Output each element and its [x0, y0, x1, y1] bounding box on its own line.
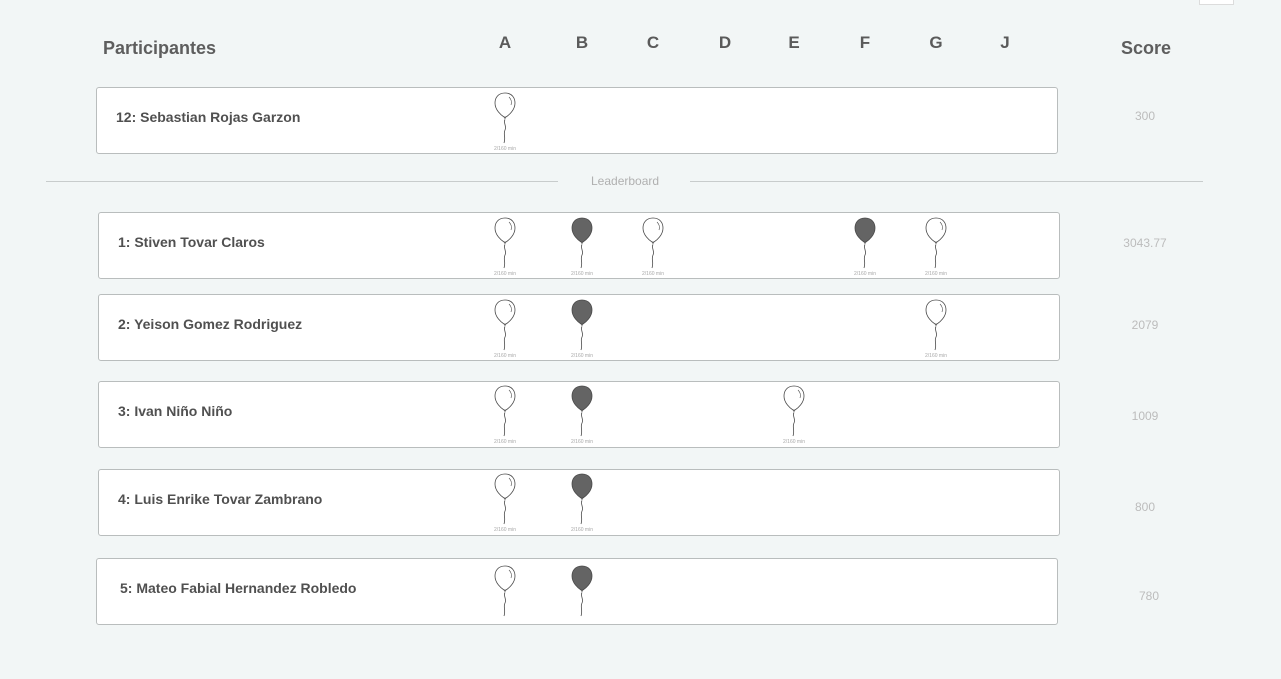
problem-header-c: C	[646, 33, 660, 52]
balloon-icon-a	[494, 385, 516, 437]
balloon-icon-b	[571, 299, 593, 351]
participant-score: 2079	[1131, 318, 1159, 332]
participant-label: 5: Mateo Fabial Hernandez Robledo	[120, 580, 357, 596]
balloon-icon-g	[925, 299, 947, 351]
balloon-icon-a	[494, 217, 516, 269]
participant-label: 3: Ivan Niño Niño	[118, 403, 233, 419]
balloon-icon-a	[494, 299, 516, 351]
balloon-icon-b	[571, 565, 593, 617]
balloon-time: 2/160 min	[571, 527, 593, 533]
current-user-row[interactable]: 12: Sebastian Rojas Garzon	[96, 87, 1058, 154]
problem-header-j: J	[1000, 33, 1010, 52]
balloon-time: 2/160 min	[494, 527, 516, 533]
balloon-icon-g	[925, 217, 947, 269]
participant-score: 1009	[1131, 409, 1159, 423]
balloon-icon-c	[642, 217, 664, 269]
participant-score: 780	[1138, 589, 1160, 603]
problem-header-d: D	[718, 33, 732, 52]
balloon-time: 2/160 min	[642, 271, 664, 277]
participants-header: Participantes	[103, 38, 217, 58]
problem-header-g: G	[929, 33, 943, 52]
divider-right	[690, 181, 1203, 182]
balloon-time: 2/160 min	[854, 271, 876, 277]
balloon-icon-b	[571, 385, 593, 437]
balloon-icon-a	[494, 565, 516, 617]
top-right-widget[interactable]	[1199, 0, 1234, 5]
leaderboard-title: Leaderboard	[591, 174, 660, 188]
current-user-label: 12: Sebastian Rojas Garzon	[116, 109, 301, 125]
participant-label: 1: Stiven Tovar Claros	[118, 234, 265, 250]
balloon-time: 2/160 min	[783, 439, 805, 445]
problem-header-a: A	[498, 33, 512, 52]
balloon-icon-b	[571, 473, 593, 525]
current-user-score: 300	[1134, 109, 1156, 123]
balloon-icon-b	[571, 217, 593, 269]
balloon-time: 2/160 min	[925, 271, 947, 277]
balloon-icon-a	[494, 92, 516, 144]
problem-header-b: B	[575, 33, 589, 52]
balloon-icon-a	[494, 473, 516, 525]
score-header: Score	[1121, 38, 1172, 58]
participant-label: 4: Luis Enrike Tovar Zambrano	[118, 491, 323, 507]
balloon-icon-e	[783, 385, 805, 437]
balloon-time: 2/160 min	[494, 271, 516, 277]
balloon-time: 2/160 min	[494, 353, 516, 359]
balloon-time: 2/160 min	[494, 146, 516, 152]
balloon-time: 2/160 min	[494, 439, 516, 445]
participant-score: 3043.77	[1123, 236, 1167, 250]
balloon-time: 2/160 min	[571, 271, 593, 277]
problem-header-f: F	[859, 33, 871, 52]
problem-header-e: E	[788, 33, 800, 52]
balloon-time: 2/160 min	[571, 353, 593, 359]
divider-left	[46, 181, 558, 182]
balloon-time: 2/160 min	[925, 353, 947, 359]
participant-score: 800	[1134, 500, 1156, 514]
participant-label: 2: Yeison Gomez Rodriguez	[118, 316, 303, 332]
balloon-time: 2/160 min	[571, 439, 593, 445]
balloon-icon-f	[854, 217, 876, 269]
